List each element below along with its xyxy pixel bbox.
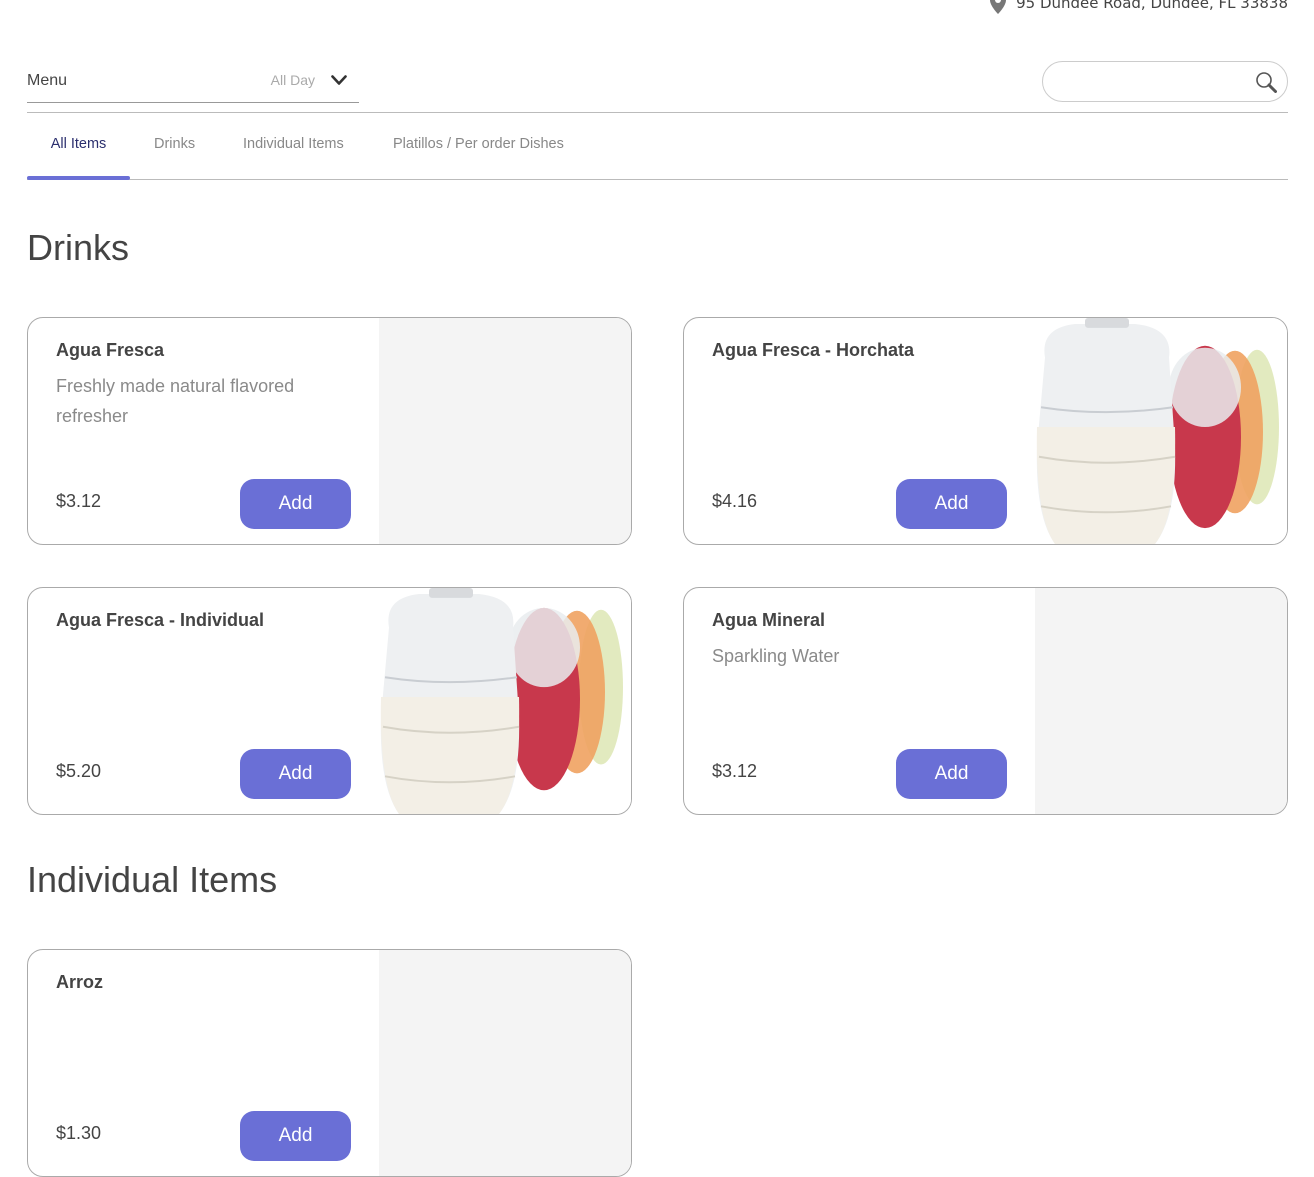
item-image-placeholder[interactable] — [1035, 588, 1287, 814]
menu-item-card[interactable]: Agua Mineral Sparkling Water $3.12 Add — [683, 587, 1288, 815]
item-price: $3.12 — [56, 491, 102, 511]
agua-fresca-jars-image — [380, 588, 623, 814]
tab-platillos[interactable]: Platillos / Per order Dishes — [393, 113, 564, 179]
add-button[interactable]: Add — [240, 749, 351, 799]
item-description: Sparkling Water — [712, 646, 840, 666]
add-button[interactable]: Add — [240, 479, 351, 529]
menu-item-card[interactable]: Agua Fresca - Individual $5.20 Add — [27, 587, 632, 815]
item-image-placeholder[interactable] — [379, 950, 631, 1176]
item-price: $5.20 — [56, 761, 102, 781]
item-price: $4.16 — [712, 491, 758, 511]
category-tabs: All Items Drinks Individual Items Platil… — [27, 113, 1288, 180]
address-text: 95 Dundee Road, Dundee, FL 33838 — [1016, 0, 1288, 12]
agua-fresca-jars-image — [1036, 318, 1279, 544]
item-image[interactable] — [379, 588, 631, 814]
menu-label: Menu — [27, 72, 68, 89]
item-name: Agua Fresca — [56, 340, 165, 360]
menu-selector[interactable]: Menu All Day — [27, 58, 359, 103]
tab-all-items[interactable]: All Items — [27, 113, 130, 180]
add-button[interactable]: Add — [896, 479, 1007, 529]
section-title-individual-items: Individual Items — [27, 859, 278, 900]
tab-drinks[interactable]: Drinks — [154, 113, 195, 179]
add-button[interactable]: Add — [240, 1111, 351, 1161]
search-icon[interactable] — [1255, 71, 1277, 93]
item-name: Agua Fresca - Horchata — [712, 340, 915, 360]
menu-selected-value: All Day — [270, 72, 315, 88]
item-description: Freshly made natural flavored refresher — [56, 376, 295, 426]
tab-individual-items[interactable]: Individual Items — [243, 113, 344, 179]
search-input[interactable] — [1059, 71, 1253, 95]
section-title-drinks: Drinks — [27, 227, 130, 268]
item-price: $1.30 — [56, 1123, 102, 1143]
menu-item-card[interactable]: Agua Fresca Freshly made natural flavore… — [27, 317, 632, 545]
chevron-down-icon[interactable] — [331, 75, 347, 86]
item-price: $3.12 — [712, 761, 758, 781]
item-image-placeholder[interactable] — [379, 318, 631, 544]
add-button[interactable]: Add — [896, 749, 1007, 799]
item-name: Arroz — [56, 972, 104, 992]
menu-item-card[interactable]: Arroz $1.30 Add — [27, 949, 632, 1177]
menu-item-card[interactable]: Agua Fresca - Horchata $4.16 Add — [683, 317, 1288, 545]
location-pin-icon — [990, 0, 1007, 14]
item-image[interactable] — [1035, 318, 1287, 544]
store-address[interactable]: 95 Dundee Road, Dundee, FL 33838 — [988, 0, 1288, 15]
search-box — [1042, 61, 1288, 102]
item-name: Agua Fresca - Individual — [56, 610, 265, 630]
item-name: Agua Mineral — [712, 610, 826, 630]
